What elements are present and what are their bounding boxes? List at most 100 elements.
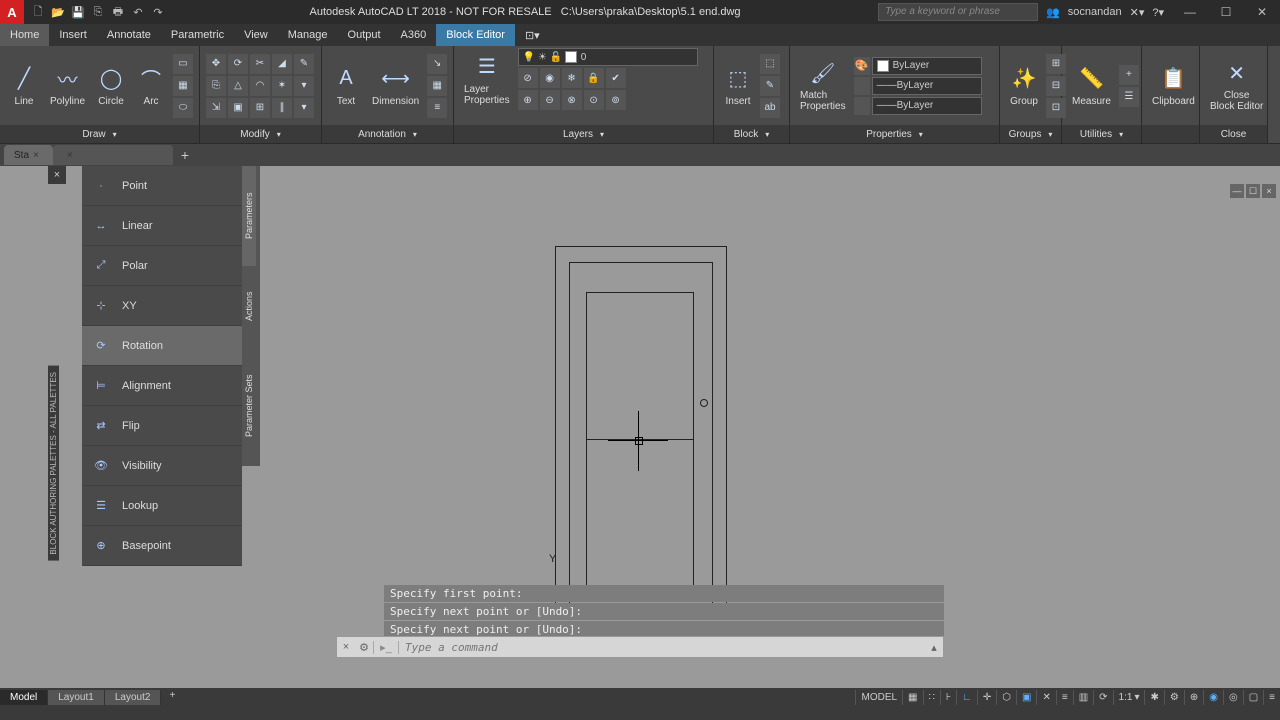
panel-block-label[interactable]: Block — [714, 125, 789, 143]
transp-toggle-icon[interactable]: ▥ — [1073, 690, 1093, 705]
move-icon[interactable]: ✥ — [206, 54, 226, 74]
tab-home[interactable]: Home — [0, 24, 49, 46]
layer-properties-button[interactable]: ☰Layer Properties — [460, 51, 514, 108]
otrack-toggle-icon[interactable]: ✕ — [1036, 690, 1055, 705]
layout2-tab[interactable]: Layout2 — [105, 690, 162, 705]
ws-switch-icon[interactable]: ⚙ — [1164, 690, 1184, 705]
tab-close-icon[interactable]: × — [29, 150, 43, 161]
panel-annotation-label[interactable]: Annotation — [322, 125, 453, 143]
iso-toggle-icon[interactable]: ⬡ — [996, 690, 1016, 705]
linetype-icon[interactable] — [854, 97, 870, 115]
panel-utilities-label[interactable]: Utilities — [1062, 125, 1141, 143]
view-min-icon[interactable]: — — [1230, 184, 1244, 198]
fillet-icon[interactable]: ◠ — [250, 76, 270, 96]
anno-vis-icon[interactable]: ✱ — [1144, 690, 1163, 705]
tab-view[interactable]: View — [234, 24, 278, 46]
user-name[interactable]: socnandan — [1068, 6, 1122, 18]
minimize-button[interactable]: — — [1172, 0, 1208, 24]
infer-toggle-icon[interactable]: ⊦ — [940, 690, 956, 705]
param-xy[interactable]: ⊹XY — [82, 286, 242, 326]
layer-combo[interactable]: 💡 ☀ 🔓 0 — [518, 48, 698, 66]
tab-block-editor[interactable]: Block Editor — [436, 24, 515, 46]
tab-close-icon[interactable]: × — [63, 150, 77, 161]
search-box[interactable]: Type a keyword or phrase — [878, 3, 1038, 21]
dimension-button[interactable]: ⟷Dimension — [368, 63, 423, 109]
anno-scale[interactable]: 1:1▾ — [1113, 690, 1145, 705]
mirror-icon[interactable]: △ — [228, 76, 248, 96]
tab-a360[interactable]: A360 — [391, 24, 437, 46]
chamfer-icon[interactable]: ◢ — [272, 54, 292, 74]
file-tab-current[interactable]: × — [53, 145, 173, 165]
model-tab[interactable]: Model — [0, 690, 48, 705]
exchange-icon[interactable]: ✕▾ — [1130, 6, 1145, 19]
trim-icon[interactable]: ✂ — [250, 54, 270, 74]
lineweight-combo[interactable]: —— ByLayer — [872, 77, 982, 95]
view-max-icon[interactable]: ☐ — [1246, 184, 1260, 198]
layiso-icon[interactable]: ◉ — [540, 68, 560, 88]
leader-icon[interactable]: ↘ — [427, 54, 447, 74]
anno-monitor-icon[interactable]: ⊕ — [1184, 690, 1203, 705]
linetype-combo[interactable]: —— ByLayer — [872, 97, 982, 115]
param-basepoint[interactable]: ⊕Basepoint — [82, 526, 242, 566]
cmd-prompt-icon[interactable]: ▸_ — [373, 641, 399, 654]
lineweight-icon[interactable] — [854, 77, 870, 95]
insert-button[interactable]: ⬚Insert — [720, 63, 756, 109]
measure-button[interactable]: 📏Measure — [1068, 63, 1115, 109]
view-close-icon[interactable]: × — [1262, 184, 1276, 198]
edit-block-icon[interactable]: ✎ — [760, 76, 780, 96]
qat-save-icon[interactable]: 💾 — [70, 4, 86, 20]
polyline-button[interactable]: 〰Polyline — [46, 63, 89, 109]
hatch-icon[interactable]: ▦ — [173, 76, 193, 96]
create-block-icon[interactable]: ⬚ — [760, 54, 780, 74]
layfrz-icon[interactable]: ❄ — [562, 68, 582, 88]
snap-toggle-icon[interactable]: ∷ — [923, 690, 940, 705]
arc-button[interactable]: ⌒Arc — [133, 63, 169, 109]
param-lookup[interactable]: ☰Lookup — [82, 486, 242, 526]
cmd-options-icon[interactable]: ⚙ — [355, 641, 373, 654]
panel-modify-label[interactable]: Modify — [200, 125, 321, 143]
color-combo[interactable]: ByLayer — [872, 57, 982, 75]
cycle-toggle-icon[interactable]: ⟳ — [1093, 690, 1112, 705]
clean-screen-icon[interactable]: ▢ — [1243, 690, 1263, 705]
panel-groups-label[interactable]: Groups — [1000, 125, 1061, 143]
close-block-editor-button[interactable]: ✕Close Block Editor — [1206, 57, 1267, 114]
table-icon[interactable]: ▦ — [427, 76, 447, 96]
tab-parametric[interactable]: Parametric — [161, 24, 234, 46]
isolate-icon[interactable]: ◎ — [1223, 690, 1243, 705]
ellipse-icon[interactable]: ⬭ — [173, 98, 193, 118]
panel-draw-label[interactable]: Draw — [0, 125, 199, 143]
scale-icon[interactable]: ▣ — [228, 98, 248, 118]
maximize-button[interactable]: ☐ — [1208, 0, 1244, 24]
line-button[interactable]: ╱Line — [6, 63, 42, 109]
param-linear[interactable]: ↔Linear — [82, 206, 242, 246]
add-layout-button[interactable]: + — [161, 690, 183, 705]
erase-icon[interactable]: ✎ — [294, 54, 314, 74]
ortho-toggle-icon[interactable]: ∟ — [956, 690, 977, 705]
cmd-close-icon[interactable]: × — [337, 641, 355, 653]
cmd-history-icon[interactable]: ▴ — [925, 641, 943, 654]
grid-toggle-icon[interactable]: ▦ — [902, 690, 922, 705]
tab-annotate[interactable]: Annotate — [97, 24, 161, 46]
mtext-icon[interactable]: ≡ — [427, 98, 447, 118]
copy-icon[interactable]: ⎘ — [206, 76, 226, 96]
lw-toggle-icon[interactable]: ≡ — [1056, 690, 1073, 705]
file-tab-start[interactable]: Sta× — [4, 145, 53, 165]
rect-icon[interactable]: ▭ — [173, 54, 193, 74]
tab-output[interactable]: Output — [338, 24, 391, 46]
laymcur-icon[interactable]: ✔ — [606, 68, 626, 88]
laylck-icon[interactable]: 🔒 — [584, 68, 604, 88]
new-tab-button[interactable]: + — [173, 147, 197, 163]
customize-icon[interactable]: ≡ — [1263, 690, 1280, 705]
text-button[interactable]: AText — [328, 63, 364, 109]
close-button[interactable]: ✕ — [1244, 0, 1280, 24]
rotate-icon[interactable]: ⟳ — [228, 54, 248, 74]
palette-tab-parameter-sets[interactable]: Parameter Sets — [242, 346, 256, 466]
param-rotation[interactable]: ⟳Rotation — [82, 326, 242, 366]
param-visibility[interactable]: 👁Visibility — [82, 446, 242, 486]
palette-tab-parameters[interactable]: Parameters — [242, 166, 256, 266]
stretch-icon[interactable]: ⇲ — [206, 98, 226, 118]
param-polar[interactable]: ⤢Polar — [82, 246, 242, 286]
layoff-icon[interactable]: ⊘ — [518, 68, 538, 88]
layout1-tab[interactable]: Layout1 — [48, 690, 105, 705]
qat-open-icon[interactable]: 📂 — [50, 4, 66, 20]
